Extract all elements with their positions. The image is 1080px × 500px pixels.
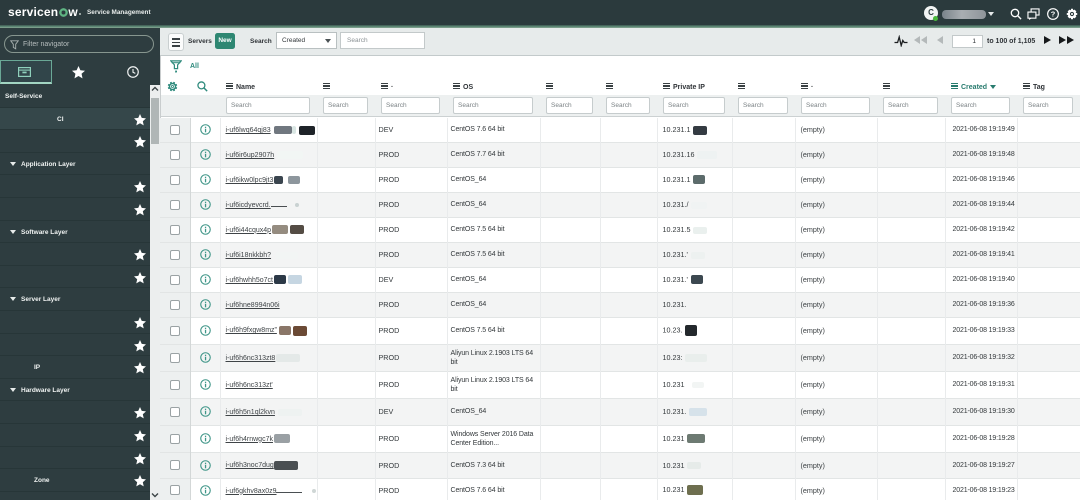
- svg-text:?: ?: [1051, 10, 1056, 19]
